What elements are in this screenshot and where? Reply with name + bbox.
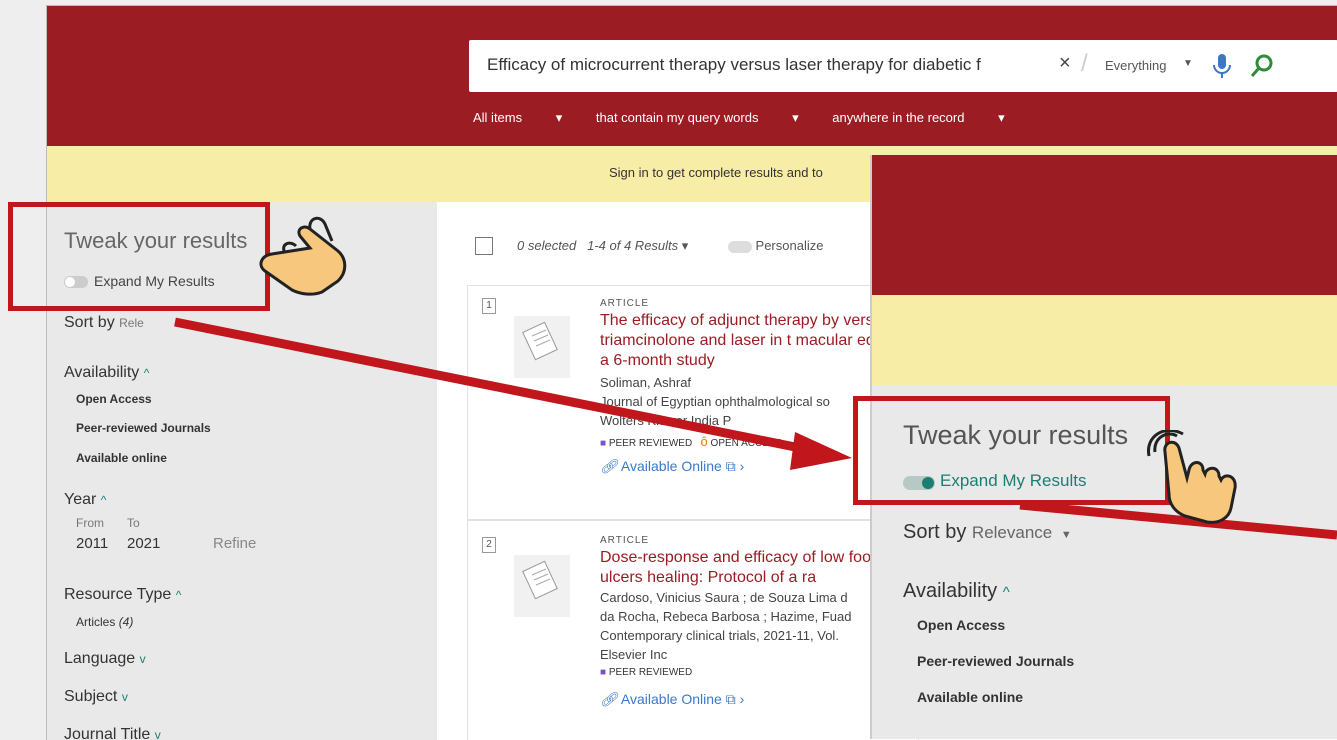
- tapping-hand-icon: [1147, 430, 1237, 524]
- pointing-hand-icon: [259, 216, 347, 296]
- annotation-arrows: [174, 317, 1337, 540]
- arrow-head-icon: [790, 432, 852, 470]
- arrow-line: [174, 317, 801, 453]
